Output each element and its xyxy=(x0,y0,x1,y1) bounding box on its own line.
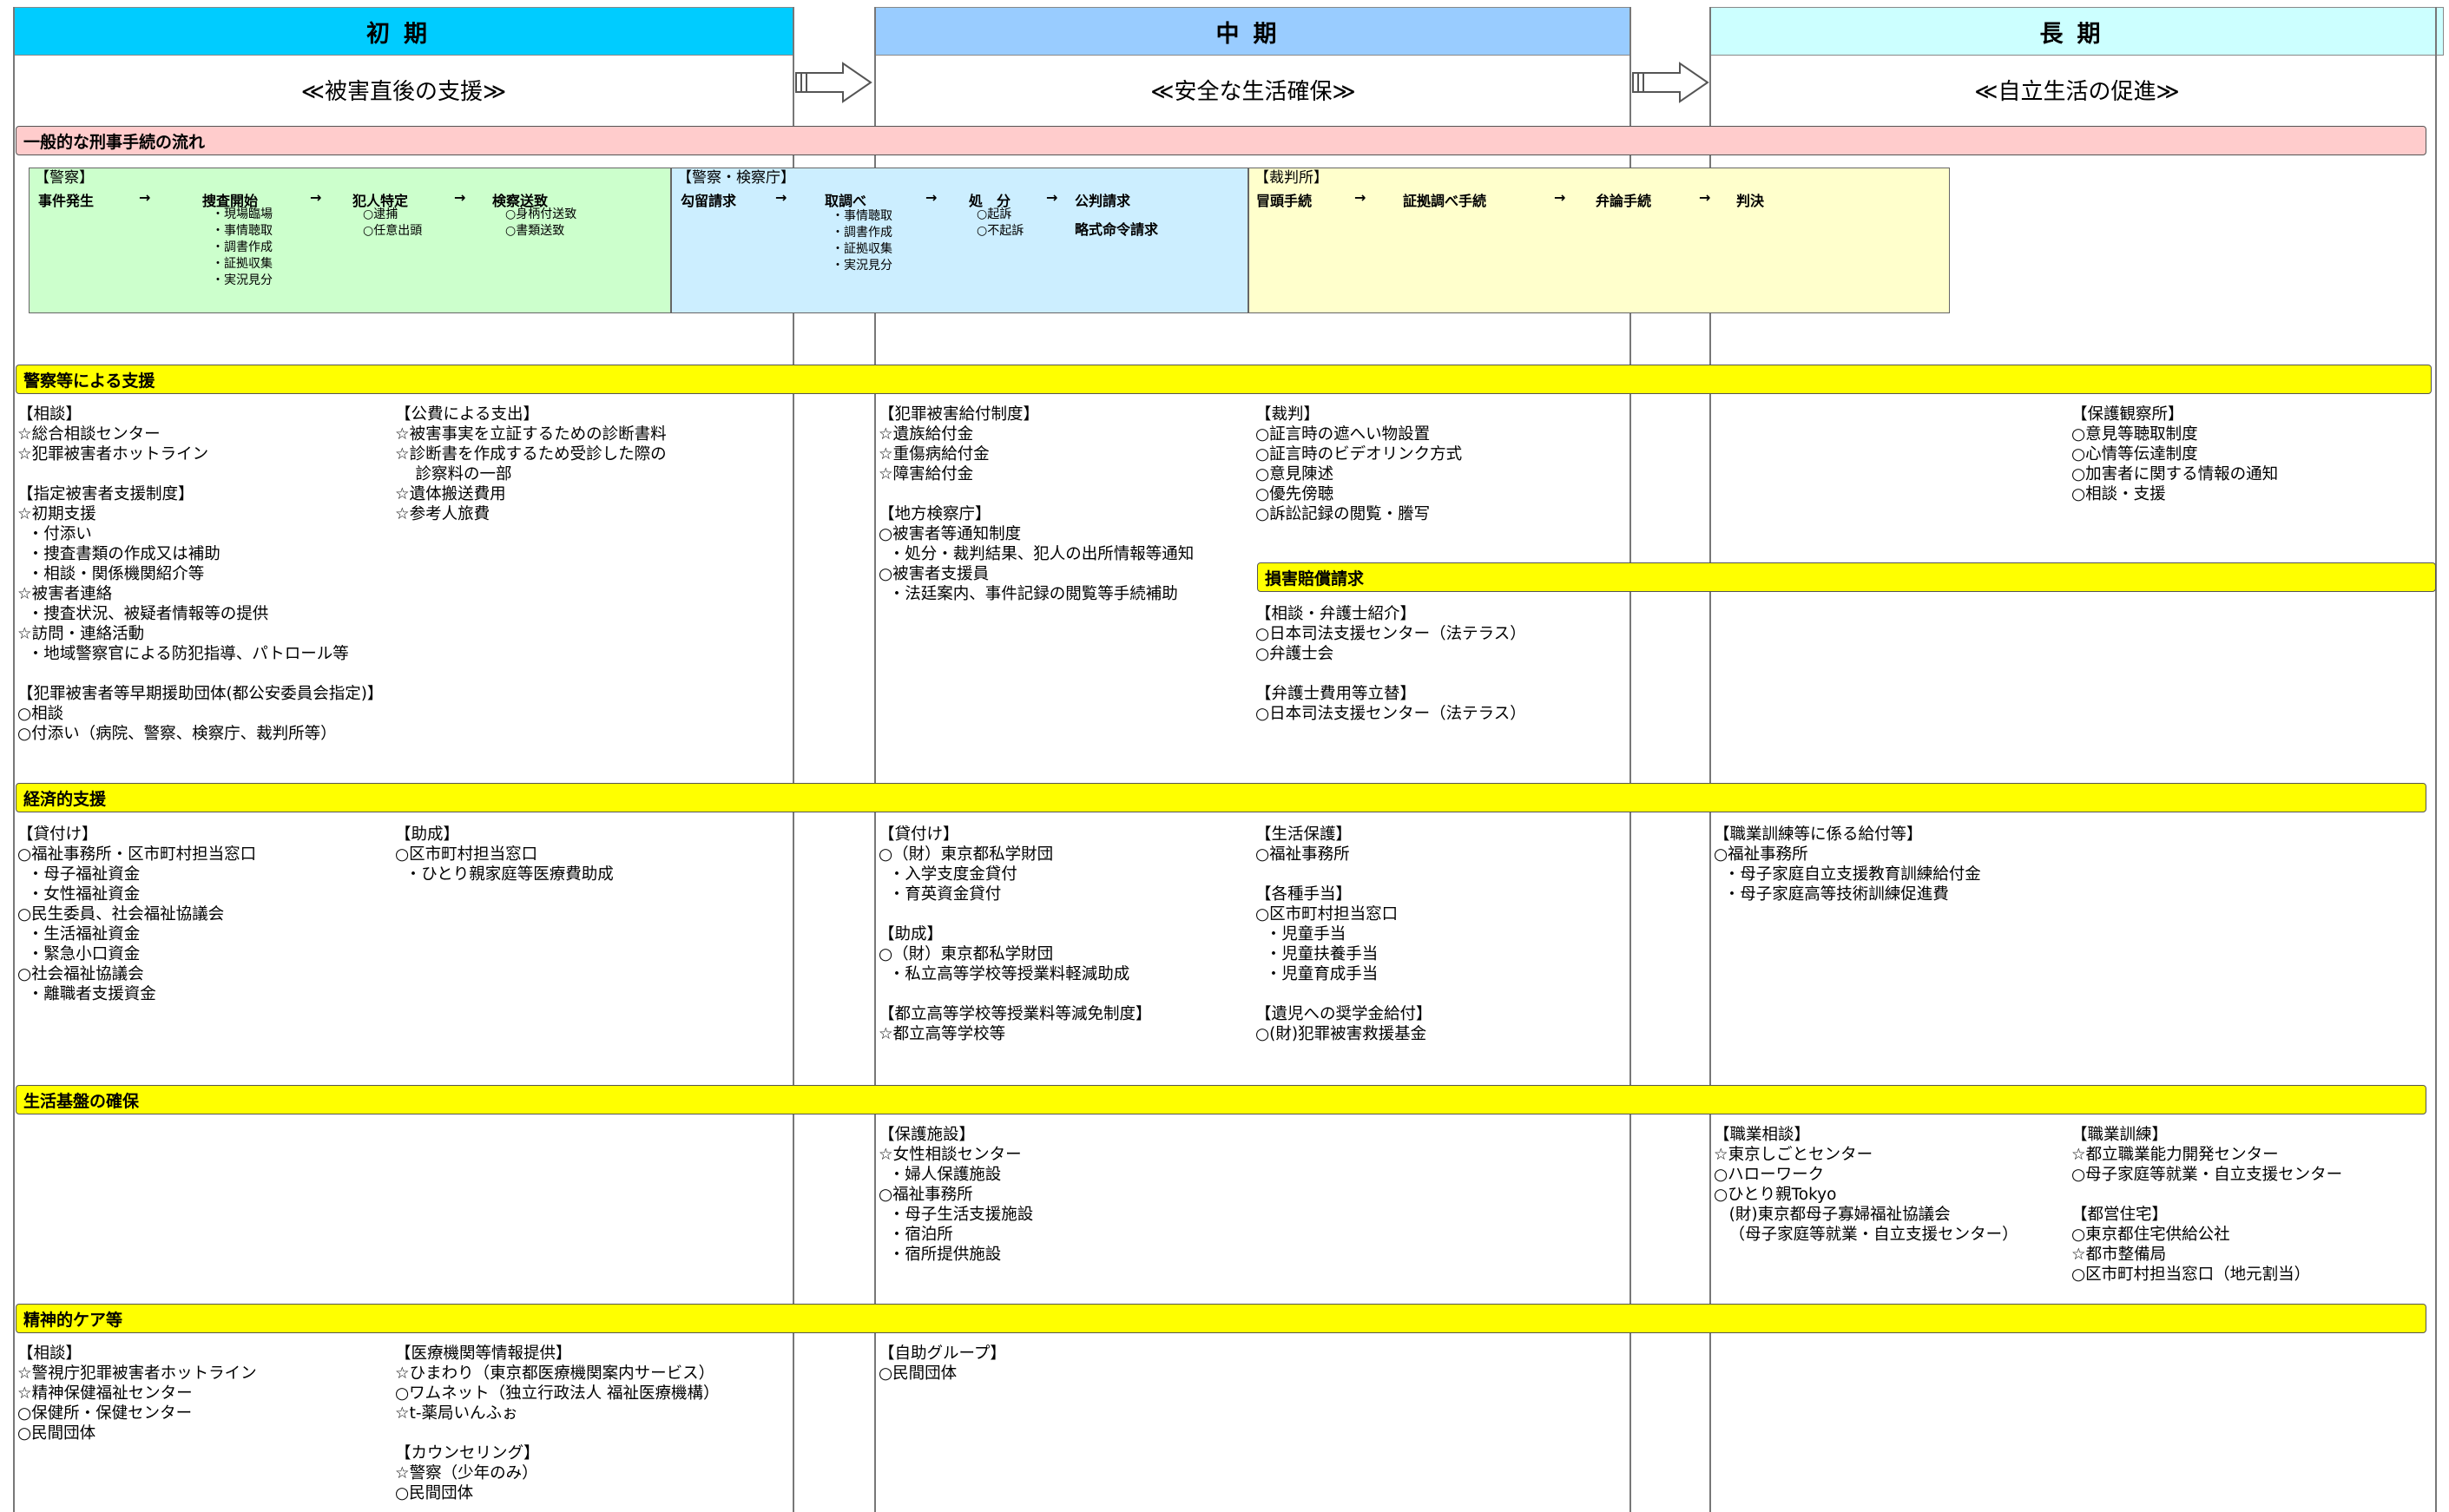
disposition-details: ○起訴 ○不起訴 xyxy=(977,207,1024,238)
flow-step: 公判請求 xyxy=(1075,193,1131,209)
flow-step: 弁論手続 xyxy=(1596,193,1652,209)
flow-step: 事件発生 xyxy=(38,193,95,209)
flow-band: 一般的な刑事手続の流れ xyxy=(16,126,2426,155)
column-divider xyxy=(13,7,15,1512)
phase-arrow-icon xyxy=(1632,62,1709,103)
police-flow-box: 【警察】 xyxy=(29,168,671,313)
economic-col4: 【生活保護】 ○福祉事務所 【各種手当】 ○区市町村担当窓口 ・児童手当 ・児童… xyxy=(1255,825,1432,1043)
flow-step: 取調べ xyxy=(825,193,867,209)
investigation-details: ・現場臨場 ・事情聴取 ・調書作成 ・証拠収集 ・実況見分 xyxy=(212,207,273,287)
economic-band: 経済的支援 xyxy=(16,783,2426,812)
phase-title-long: 長期 xyxy=(2039,20,2115,48)
flow-arrow: → xyxy=(1554,189,1566,206)
flow-step: 冒頭手続 xyxy=(1256,193,1313,209)
mental-care-col2: 【医療機関等情報提供】 ☆ひまわり（東京都医療機関案内サービス） ○ワムネット（… xyxy=(395,1344,720,1502)
police-support-col3: 【犯罪被害給付制度】 ☆遺族給付金 ☆重傷病給付金 ☆障害給付金 【地方検察庁】… xyxy=(879,405,1195,603)
livelihood-col5: 【職業相談】 ☆東京しごとセンター ○ハローワーク ○ひとり親Tokyo (財)… xyxy=(1714,1126,2018,1244)
flow-step: 略式命令請求 xyxy=(1075,221,1159,238)
flow-step: 証拠調べ手続 xyxy=(1403,193,1487,209)
economic-col5: 【職業訓練等に係る給付等】 ○福祉事務所 ・母子家庭自立支援教育訓練給付金 ・母… xyxy=(1714,825,1981,904)
flow-arrow: → xyxy=(310,189,322,206)
livelihood-band: 生活基盤の確保 xyxy=(16,1085,2426,1114)
police-support-col2: 【公費による支出】 ☆被害事実を立証するための診断書料 ☆診断書を作成するため受… xyxy=(395,405,667,523)
mental-care-col3: 【自助グループ】 ○民間団体 xyxy=(879,1344,1006,1383)
column-divider xyxy=(2435,7,2437,1512)
flow-step: 勾留請求 xyxy=(681,193,737,209)
flow-arrow: → xyxy=(1699,189,1711,206)
mental-care-band: 精神的ケア等 xyxy=(16,1304,2426,1333)
police-support-col1: 【相談】 ☆総合相談センター ☆犯罪被害者ホットライン 【指定被害者支援制度】 … xyxy=(17,405,384,743)
interrogation-details: ・事情聴取 ・調書作成 ・証拠収集 ・実況見分 xyxy=(832,209,892,273)
police-flow-header: 【警察】 xyxy=(35,169,94,187)
prosecution-flow-box: 【警察・検察庁】 xyxy=(671,168,1248,313)
court-flow-header: 【裁判所】 xyxy=(1254,169,1328,187)
phase-header-early: 初期 xyxy=(14,7,793,56)
phase-title-early: 初期 xyxy=(366,20,441,48)
phase-header-long: 長期 xyxy=(1710,7,2444,56)
damages-band: 損害賠償請求 xyxy=(1257,562,2436,592)
send-details: ○身柄付送致 ○書類送致 xyxy=(505,207,577,238)
police-support-band: 警察等による支援 xyxy=(16,365,2432,394)
economic-col1: 【貸付け】 ○福祉事務所・区市町村担当窓口 ・母子福祉資金 ・女性福祉資金 ○民… xyxy=(17,825,257,1003)
phase-arrow-icon xyxy=(795,62,872,103)
flow-arrow: → xyxy=(1046,189,1058,206)
flow-arrow: → xyxy=(925,189,938,206)
phase-title-mid: 中期 xyxy=(1215,20,1291,48)
flow-arrow: → xyxy=(775,189,787,206)
flow-arrow: → xyxy=(139,189,151,206)
phase-header-mid: 中期 xyxy=(875,7,1631,56)
livelihood-col6: 【職業訓練】 ☆都立職業能力開発センター ○母子家庭等就業・自立支援センター 【… xyxy=(2071,1126,2343,1284)
economic-col3: 【貸付け】 ○（財）東京都私学財団 ・入学支度金貸付 ・育英資金貸付 【助成】 … xyxy=(879,825,1152,1043)
flow-arrow: → xyxy=(454,189,466,206)
phase-subtitle-early: ≪被害直後の支援≫ xyxy=(300,78,507,105)
mental-care-col1: 【相談】 ☆警視庁犯罪被害者ホットライン ☆精神保健福祉センター ○保健所・保健… xyxy=(17,1344,257,1443)
police-support-col4: 【裁判】 ○証言時の遮へい物設置 ○証言時のビデオリンク方式 ○意見陳述 ○優先… xyxy=(1255,405,1463,523)
arrest-details: ○逮捕 ○任意出頭 xyxy=(363,207,423,238)
flow-step: 判決 xyxy=(1736,193,1765,209)
flow-arrow: → xyxy=(1354,189,1366,206)
police-support-col5: 【保護観察所】 ○意見等聴取制度 ○心情等伝達制度 ○加害者に関する情報の通知 … xyxy=(2071,405,2279,503)
phase-subtitle-long: ≪自立生活の促進≫ xyxy=(1974,78,2180,105)
livelihood-col3: 【保護施設】 ☆女性相談センター ・婦人保護施設 ○福祉事務所 ・母子生活支援施… xyxy=(879,1126,1034,1264)
damages-text: 【相談・弁護士紹介】 ○日本司法支援センター（法テラス） ○弁護士会 【弁護士費… xyxy=(1255,605,1526,723)
economic-col2: 【助成】 ○区市町村担当窓口 ・ひとり親家庭等医療費助成 xyxy=(395,825,614,884)
prosecution-flow-header: 【警察・検察庁】 xyxy=(677,169,795,187)
phase-subtitle-mid: ≪安全な生活確保≫ xyxy=(1150,78,1356,105)
